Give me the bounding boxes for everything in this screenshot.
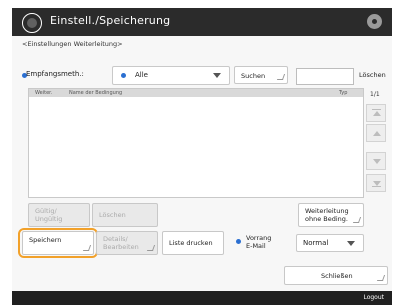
save-highlight-outline [18, 228, 98, 258]
priority-label: Vorrang E-Mail [246, 234, 272, 250]
scroll-down-button[interactable] [366, 152, 386, 170]
column-header-name: Name der Bedingung [69, 90, 123, 96]
reception-method-value: Alle [135, 71, 148, 79]
breadcrumb: <Einstellungen Weiterleitung> [22, 40, 123, 48]
enable-disable-label: Gültig/ Ungültig [35, 207, 63, 223]
window-title: Einstell./Speicherung [50, 14, 171, 27]
search-input[interactable] [296, 68, 354, 85]
scroll-bottom-button[interactable] [366, 174, 386, 192]
close-button[interactable]: Schließen [284, 266, 388, 285]
corner-mark-icon [276, 74, 286, 80]
print-list-button[interactable]: Liste drucken [162, 231, 224, 255]
reception-method-select[interactable]: Alle [112, 66, 230, 85]
clear-button-label: Löschen [359, 71, 386, 79]
column-header-type: Typ [339, 90, 348, 96]
clear-button[interactable]: Löschen [356, 66, 388, 84]
page-indicator: 1/1 [370, 91, 380, 98]
search-button-label: Suchen [241, 72, 266, 80]
corner-mark-icon [146, 245, 156, 251]
delete-label: Löschen [99, 211, 126, 219]
details-edit-label: Details/ Bearbeiten [103, 235, 139, 251]
priority-select[interactable]: Normal [296, 234, 364, 252]
forward-without-condition-button[interactable]: Weiterleitung ohne Beding. [298, 203, 364, 227]
scroll-top-button[interactable] [366, 104, 386, 122]
chevron-down-icon [213, 73, 221, 78]
corner-mark-icon [352, 217, 362, 223]
enable-disable-button[interactable]: Gültig/ Ungültig [28, 203, 90, 227]
status-bar: Logout [12, 291, 392, 305]
priority-bullet-icon [236, 239, 241, 244]
corner-mark-icon [376, 275, 386, 281]
app-logo-icon [22, 13, 42, 33]
details-edit-button[interactable]: Details/ Bearbeiten [96, 231, 158, 255]
condition-list[interactable]: Weiter. Name der Bedingung Typ [28, 88, 364, 198]
scroll-up-button[interactable] [366, 124, 386, 142]
close-label: Schließen [321, 272, 353, 280]
search-button[interactable]: Suchen [234, 66, 288, 84]
filter-label: Empfangsmeth.: [26, 70, 84, 78]
select-bullet-icon [121, 73, 126, 78]
title-bar: Einstell./Speicherung [12, 8, 392, 36]
chevron-down-icon [347, 241, 355, 246]
print-list-label: Liste drucken [169, 239, 213, 247]
priority-value: Normal [303, 239, 329, 247]
list-header: Weiter. Name der Bedingung Typ [29, 89, 363, 97]
logout-link[interactable]: Logout [363, 294, 384, 301]
settings-gear-icon[interactable] [367, 14, 382, 29]
delete-button[interactable]: Löschen [92, 203, 158, 227]
forward-without-condition-label: Weiterleitung ohne Beding. [305, 207, 349, 223]
column-header-forward: Weiter. [35, 90, 53, 96]
